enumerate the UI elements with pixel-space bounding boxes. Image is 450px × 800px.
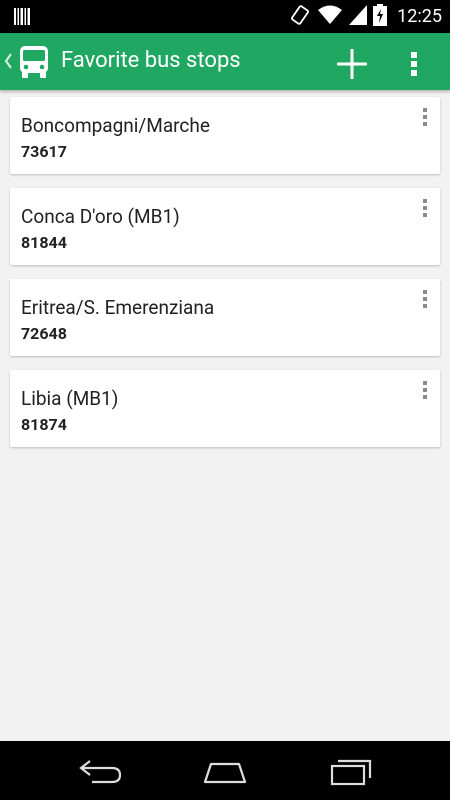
back-icon[interactable]: [78, 755, 124, 787]
page-title: Favorite bus stops: [61, 48, 241, 73]
stop-name: Libia (MB1): [21, 387, 119, 410]
battery-charging-icon: [373, 3, 388, 30]
wifi-icon: [317, 5, 343, 29]
rotate-icon: [289, 4, 311, 30]
stop-code: 81874: [21, 415, 67, 434]
list-item[interactable]: Eritrea/S. Emerenziana 72648: [10, 279, 440, 356]
app-bar: Favorite bus stops: [0, 33, 450, 90]
list-item[interactable]: Conca D'oro (MB1) 81844: [10, 188, 440, 265]
stop-code: 81844: [21, 233, 67, 252]
status-time: 12:25: [397, 6, 442, 27]
stop-name: Boncompagni/Marche: [21, 114, 210, 137]
signal-icon: [349, 4, 368, 29]
stop-code: 73617: [21, 142, 67, 161]
overflow-menu-icon[interactable]: [403, 46, 425, 82]
list-item[interactable]: Libia (MB1) 81874: [10, 370, 440, 447]
barcode-notification-icon: [14, 8, 30, 29]
home-icon[interactable]: [201, 755, 249, 787]
stop-name: Eritrea/S. Emerenziana: [21, 296, 215, 319]
stop-name: Conca D'oro (MB1): [21, 205, 180, 228]
back-chevron-icon[interactable]: [3, 51, 13, 75]
item-menu-icon[interactable]: [418, 107, 432, 129]
bus-icon[interactable]: [19, 45, 49, 83]
list-item[interactable]: Boncompagni/Marche 73617: [10, 97, 440, 174]
item-menu-icon[interactable]: [418, 289, 432, 311]
status-bar: 12:25: [0, 0, 450, 33]
item-menu-icon[interactable]: [418, 198, 432, 220]
item-menu-icon[interactable]: [418, 380, 432, 402]
navigation-bar: [0, 741, 450, 800]
add-icon[interactable]: [334, 46, 370, 82]
stop-code: 72648: [21, 324, 67, 343]
recent-apps-icon[interactable]: [329, 755, 375, 787]
